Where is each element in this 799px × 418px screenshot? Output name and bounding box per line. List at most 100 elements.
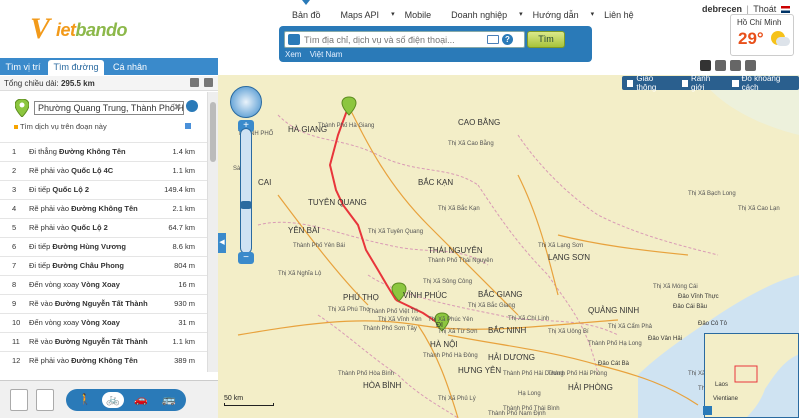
svg-text:Laos: Laos <box>715 382 728 388</box>
user-separator: | <box>746 4 749 14</box>
search-type-icon[interactable] <box>288 34 300 45</box>
nav-item-4[interactable]: Hướng dẫn <box>523 10 589 20</box>
swap-icon[interactable] <box>10 389 28 411</box>
place-label: Thị Xã Nghĩa Lộ <box>278 271 322 277</box>
layer-traffic[interactable]: Giao thông <box>622 74 677 92</box>
step-number: 3 <box>12 185 17 194</box>
locate-icon[interactable] <box>186 100 198 112</box>
options-icon[interactable] <box>36 389 54 411</box>
step-number: 8 <box>12 280 17 289</box>
step-distance: 1.1 km <box>172 337 195 346</box>
step-number: 11 <box>12 337 20 346</box>
search-box: ? <box>284 31 525 48</box>
logout-link[interactable]: Thoát <box>753 4 776 14</box>
directions-scrollbar[interactable] <box>207 92 218 372</box>
place-label: Thành Phố Hạ Long <box>588 341 642 347</box>
search-input[interactable] <box>304 34 484 45</box>
weather-widget[interactable]: Hồ Chí Minh 29° <box>730 14 794 56</box>
zoom-out-button[interactable]: − <box>238 252 254 264</box>
place-label: Hạ Long <box>518 391 541 397</box>
logo-text: ietbando <box>56 20 128 40</box>
overview-svg: Laos Vientiane <box>705 334 798 417</box>
view-option[interactable]: Xem <box>285 50 301 59</box>
overview-map[interactable]: Laos Vientiane <box>704 333 799 418</box>
step-distance: 64.7 km <box>168 223 195 232</box>
place-label: HƯNG YÊN <box>458 366 501 375</box>
walk-icon[interactable]: 🚶 <box>74 392 96 408</box>
bus-icon[interactable]: 🚌 <box>158 392 180 408</box>
bike-icon[interactable]: 🚲 <box>102 392 124 408</box>
step-text: Đi tiếp Quốc Lộ 2 <box>29 185 90 194</box>
link-icon[interactable] <box>204 78 213 87</box>
place-label: YÊN BÁI <box>288 226 320 235</box>
layer-measure[interactable]: Đo khoảng cách <box>727 74 799 92</box>
direction-step[interactable]: 5 Rẽ phải vào Quốc Lộ 2 64.7 km <box>0 218 207 237</box>
overview-close-icon[interactable] <box>703 406 712 415</box>
scrollbar-thumb[interactable] <box>210 102 216 162</box>
search-button[interactable]: Tìm <box>527 31 565 48</box>
place-label: Thành Phố Hà Giang <box>318 123 374 129</box>
place-label: CAO BẰNG <box>458 118 500 127</box>
direction-step[interactable]: 10 Đến vòng xoay Vòng Xoay 31 m <box>0 313 207 332</box>
zoom-knob[interactable] <box>240 201 252 209</box>
zoom-slider[interactable] <box>240 128 252 254</box>
tab-find-location[interactable]: Tìm vị trí <box>0 60 46 75</box>
vietbando-logo[interactable]: V ietbando <box>30 12 128 45</box>
clear-icon[interactable]: ✖ <box>174 102 182 113</box>
camera-icon[interactable] <box>700 60 711 71</box>
direction-step[interactable]: 4 Rẽ phải vào Đường Không Tên 2.1 km <box>0 199 207 218</box>
nav-item-1[interactable]: Maps API <box>331 10 390 20</box>
username[interactable]: debrecen <box>702 4 742 14</box>
place-label: PHÚ THỌ <box>343 293 379 302</box>
top-nav: Bản đồ Maps API ▾ Mobile Doanh nghiệp ▾ Hướng … <box>282 0 644 20</box>
place-label: Thị Xã Từ Sơn <box>438 329 478 335</box>
direction-step[interactable]: 7 Đi tiếp Đường Châu Phong 804 m <box>0 256 207 275</box>
step-text: Rẽ vào Đường Nguyễn Tất Thành <box>29 299 148 308</box>
panel-icons <box>190 78 213 87</box>
direction-step[interactable]: 11 Rẽ vào Đường Nguyễn Tất Thành 1.1 km <box>0 332 207 351</box>
route-from-input[interactable]: Phường Quang Trung, Thành Phố Hà <box>34 101 184 115</box>
tab-find-route[interactable]: Tìm đường <box>48 60 104 75</box>
print-icon[interactable] <box>190 78 199 87</box>
share-icon[interactable] <box>745 60 756 71</box>
step-distance: 804 m <box>174 261 195 270</box>
step-text: Rẽ phải vào Quốc Lộ 4C <box>29 166 114 175</box>
step-text: Đi thẳng Đường Không Tên <box>29 147 126 156</box>
bottom-toolbar: 🚶 🚲 🚗 🚌 <box>0 380 218 418</box>
direction-step[interactable]: 1 Đi thẳng Đường Không Tên 1.4 km <box>0 142 207 161</box>
total-length-value: 295.5 km <box>60 79 95 88</box>
nav-item-0[interactable]: Bản đồ <box>282 0 331 20</box>
print-map-icon[interactable] <box>730 60 741 71</box>
scale-bar <box>224 403 274 406</box>
layer-bar: Giao thông Ranh giới Đo khoảng cách <box>622 74 799 92</box>
nav-item-2[interactable]: Mobile <box>395 10 442 20</box>
nearby-services-link[interactable]: Tìm dịch vụ trên đoạn này <box>14 122 107 131</box>
layer-boundaries[interactable]: Ranh giới <box>677 74 728 92</box>
step-number: 10 <box>12 318 21 327</box>
direction-step[interactable]: 6 Đi tiếp Đường Hùng Vương 8.6 km <box>0 237 207 256</box>
info-icon[interactable] <box>185 123 191 129</box>
pan-control[interactable] <box>230 86 262 118</box>
place-label: BẮC GIANG <box>478 290 522 299</box>
direction-step[interactable]: 8 Đến vòng xoay Vòng Xoay 16 m <box>0 275 207 294</box>
tab-personal[interactable]: Cá nhân <box>106 60 154 75</box>
direction-step[interactable]: 12 Rẽ phải vào Đường Không Tên 389 m <box>0 351 207 370</box>
place-label: HÒA BÌNH <box>363 381 401 390</box>
place-label: HẢI DƯƠNG <box>488 353 535 362</box>
car-icon[interactable]: 🚗 <box>130 392 152 408</box>
uk-flag-icon[interactable] <box>780 6 790 14</box>
step-number: 6 <box>12 242 17 251</box>
keyboard-icon[interactable] <box>487 35 499 44</box>
direction-step[interactable]: 3 Đi tiếp Quốc Lộ 2 149.4 km <box>0 180 207 199</box>
direction-step[interactable]: 9 Rẽ vào Đường Nguyễn Tất Thành 930 m <box>0 294 207 313</box>
place-label: THÁI NGUYÊN <box>428 246 483 255</box>
direction-step[interactable]: 2 Rẽ phải vào Quốc Lộ 4C 1.1 km <box>0 161 207 180</box>
place-label: Thị Xã Chí Linh <box>508 316 549 322</box>
help-icon[interactable]: ? <box>502 34 513 45</box>
nav-item-5[interactable]: Liên hệ <box>594 10 644 20</box>
view-icon[interactable] <box>715 60 726 71</box>
nav-item-3[interactable]: Doanh nghiệp <box>441 10 517 20</box>
place-label: Đảo Vĩnh Thực <box>678 294 719 300</box>
region-option[interactable]: Việt Nam <box>310 50 343 59</box>
collapse-panel-button[interactable]: ◀ <box>218 233 226 253</box>
